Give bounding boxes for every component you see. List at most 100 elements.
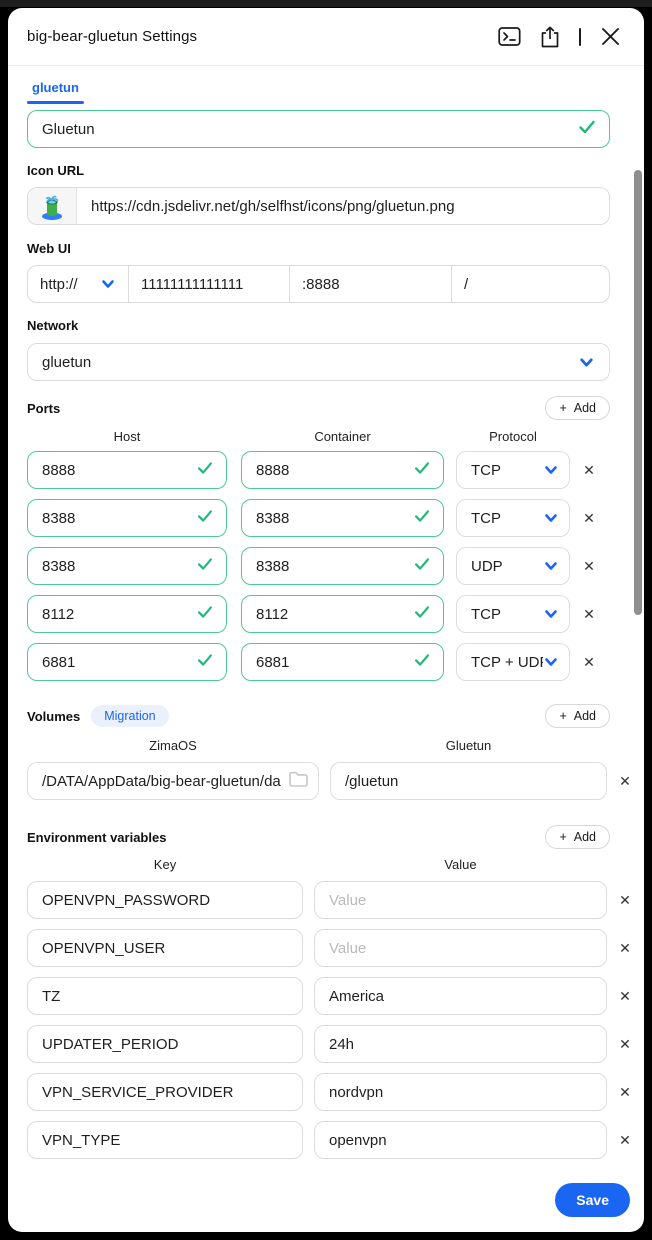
remove-env-button[interactable]: ✕ (614, 977, 636, 1015)
add-volume-button[interactable]: + Add (545, 704, 610, 728)
valid-check-icon (412, 602, 432, 626)
port-host-input[interactable]: 8388 (27, 547, 227, 585)
remove-env-button[interactable]: ✕ (614, 1073, 636, 1111)
valid-check-icon (412, 650, 432, 674)
host-input[interactable]: 11111111111111 (128, 266, 289, 302)
env-key-input[interactable]: OPENVPN_USER (27, 929, 303, 967)
port-container-input[interactable]: 8888 (241, 451, 444, 489)
remove-port-button[interactable]: ✕ (578, 595, 600, 633)
volumes-section-header: Volumes Migration + Add (27, 704, 610, 728)
plus-icon: + (559, 709, 566, 723)
plus-icon: + (559, 401, 566, 415)
terminal-icon[interactable] (497, 25, 521, 49)
folder-icon[interactable] (288, 770, 309, 792)
chevron-down-icon (543, 510, 559, 526)
migration-badge[interactable]: Migration (91, 705, 168, 727)
valid-check-icon (195, 506, 215, 530)
env-key-input[interactable]: VPN_TYPE (27, 1121, 303, 1159)
env-value-input[interactable]: nordvpn (314, 1073, 607, 1111)
volumes-rows: /DATA/AppData/big-bear-gluetun/da /gluet… (27, 762, 636, 800)
port-protocol-select[interactable]: UDP (456, 547, 570, 585)
port-input[interactable]: :8888 (289, 266, 451, 302)
remove-port-button[interactable]: ✕ (578, 643, 600, 681)
network-select[interactable]: gluetun (27, 343, 610, 381)
port-value: :8888 (302, 276, 340, 293)
volume-container-path-input[interactable]: /gluetun (330, 762, 607, 800)
env-value-input[interactable]: Value (314, 929, 607, 967)
network-value: gluetun (42, 354, 91, 371)
remove-env-button[interactable]: ✕ (614, 1025, 636, 1063)
env-label: Environment variables (27, 830, 166, 845)
save-button[interactable]: Save (555, 1183, 630, 1217)
close-icon[interactable] (598, 25, 622, 49)
port-container-input[interactable]: 8388 (241, 547, 444, 585)
chevron-down-icon (543, 462, 559, 478)
port-host-input[interactable]: 8888 (27, 451, 227, 489)
port-protocol-select[interactable]: TCP (456, 451, 570, 489)
host-value: 11111111111111 (141, 276, 243, 293)
remove-env-button[interactable]: ✕ (614, 1121, 636, 1159)
env-rows: OPENVPN_PASSWORD Value ✕ OPENVPN_USER Va… (27, 881, 636, 1169)
valid-check-icon (576, 116, 598, 142)
chevron-down-icon (100, 276, 116, 292)
app-name-input[interactable]: Gluetun (27, 110, 610, 148)
add-env-button[interactable]: + Add (545, 825, 610, 849)
icon-url-label: Icon URL (27, 163, 636, 178)
desktop-background (0, 0, 652, 7)
volumes-column-headers: ZimaOS Gluetun (27, 738, 636, 753)
scheme-select[interactable]: http:// (28, 266, 128, 302)
env-value-input[interactable]: openvpn (314, 1121, 607, 1159)
port-protocol-select[interactable]: TCP (456, 499, 570, 537)
remove-port-button[interactable]: ✕ (578, 451, 600, 489)
icon-url-input[interactable]: https://cdn.jsdelivr.net/gh/selfhst/icon… (27, 187, 610, 225)
port-host-input[interactable]: 6881 (27, 643, 227, 681)
ports-column-headers: Host Container Protocol (27, 429, 636, 444)
valid-check-icon (195, 650, 215, 674)
valid-check-icon (412, 458, 432, 482)
settings-dialog: big-bear-gluetun Settings (8, 8, 644, 1232)
web-ui-input-group: http:// 11111111111111 :8888 / (27, 265, 610, 303)
port-protocol-select[interactable]: TCP + UDP (456, 643, 570, 681)
footer: Save (27, 1183, 630, 1217)
tab-label: gluetun (32, 80, 79, 95)
plus-icon: + (559, 830, 566, 844)
port-protocol-select[interactable]: TCP (456, 595, 570, 633)
env-value-input[interactable]: America (314, 977, 607, 1015)
port-host-input[interactable]: 8112 (27, 595, 227, 633)
export-icon[interactable] (538, 25, 562, 49)
env-value-input[interactable]: Value (314, 881, 607, 919)
remove-env-button[interactable]: ✕ (614, 881, 636, 919)
valid-check-icon (412, 506, 432, 530)
remove-port-button[interactable]: ✕ (578, 547, 600, 585)
remove-volume-button[interactable]: ✕ (614, 762, 636, 800)
env-key-header: Key (27, 857, 303, 872)
volume-host-path-input[interactable]: /DATA/AppData/big-bear-gluetun/da (27, 762, 319, 800)
valid-check-icon (195, 458, 215, 482)
web-ui-label: Web UI (27, 241, 636, 256)
env-key-input[interactable]: OPENVPN_PASSWORD (27, 881, 303, 919)
port-container-input[interactable]: 6881 (241, 643, 444, 681)
ports-host-header: Host (27, 429, 227, 444)
ports-protocol-header: Protocol (456, 429, 570, 444)
port-host-input[interactable]: 8388 (27, 499, 227, 537)
tab-gluetun[interactable]: gluetun (27, 80, 84, 104)
remove-env-button[interactable]: ✕ (614, 929, 636, 967)
tab-active-underline (27, 101, 84, 104)
scrollbar-thumb[interactable] (634, 170, 642, 615)
icon-url-value: https://cdn.jsdelivr.net/gh/selfhst/icon… (77, 198, 469, 215)
add-port-button[interactable]: + Add (545, 396, 610, 420)
remove-port-button[interactable]: ✕ (578, 499, 600, 537)
tab-bar: gluetun (8, 66, 644, 104)
env-key-input[interactable]: VPN_SERVICE_PROVIDER (27, 1073, 303, 1111)
valid-check-icon (412, 554, 432, 578)
env-key-input[interactable]: UPDATER_PERIOD (27, 1025, 303, 1063)
ports-label: Ports (27, 401, 60, 416)
env-key-input[interactable]: TZ (27, 977, 303, 1015)
ports-section-header: Ports + Add (27, 396, 610, 420)
port-container-input[interactable]: 8388 (241, 499, 444, 537)
env-value-input[interactable]: 24h (314, 1025, 607, 1063)
path-input[interactable]: / (451, 266, 609, 302)
scheme-value: http:// (40, 276, 78, 293)
chevron-down-icon (578, 354, 595, 371)
port-container-input[interactable]: 8112 (241, 595, 444, 633)
